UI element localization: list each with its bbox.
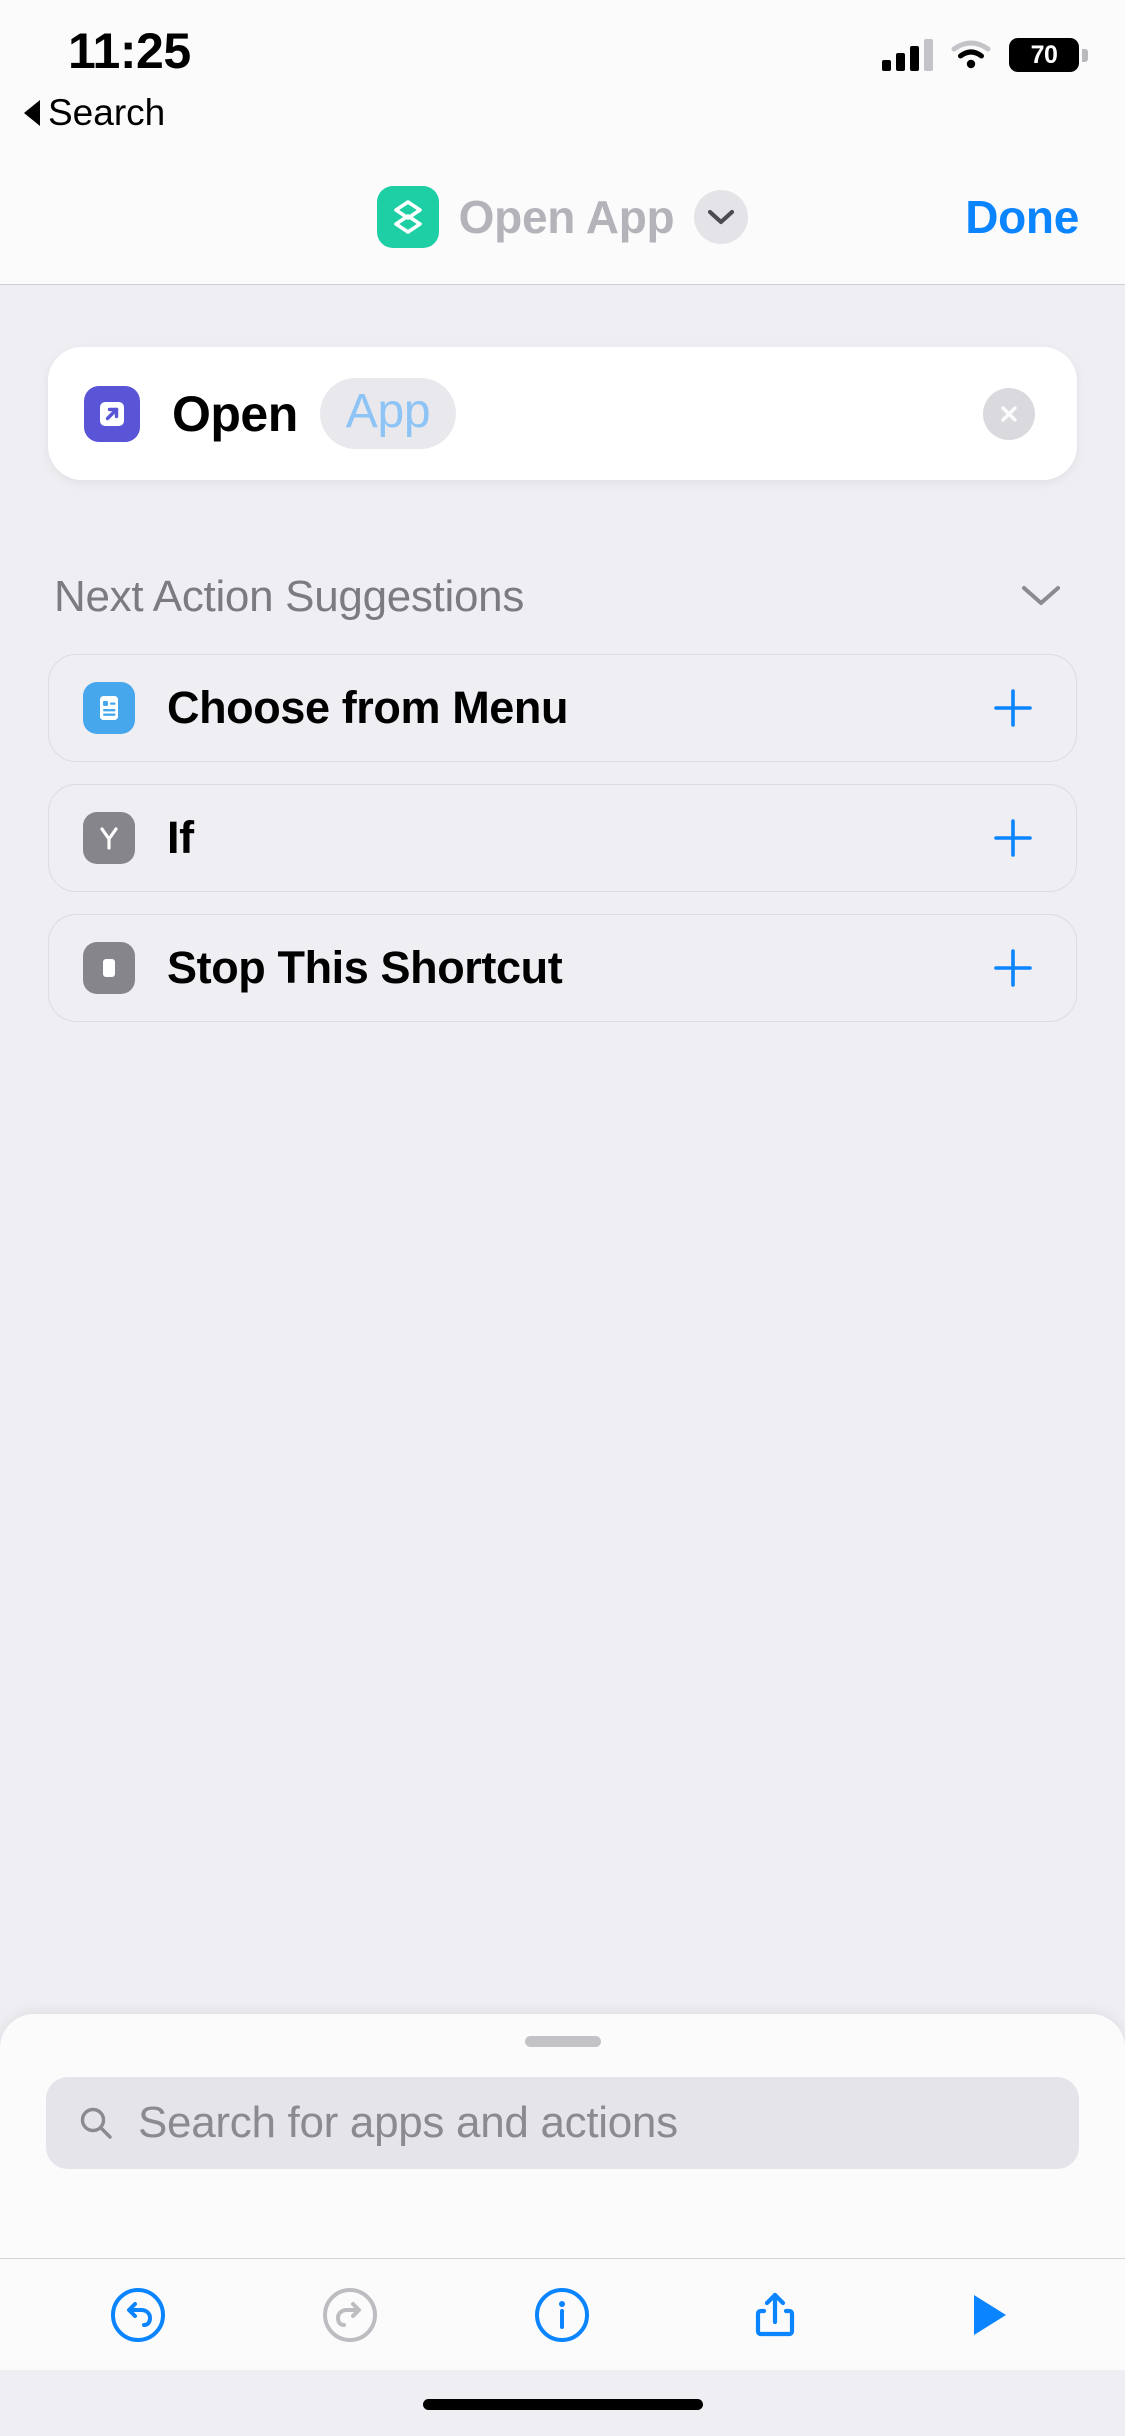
battery-percent: 70 <box>1030 40 1058 69</box>
search-placeholder: Search for apps and actions <box>138 2098 678 2147</box>
chevron-down-icon[interactable] <box>694 190 749 244</box>
plus-icon[interactable] <box>990 945 1036 991</box>
editor-toolbar <box>0 2258 1125 2370</box>
battery-icon: 70 <box>1004 35 1088 75</box>
search-icon <box>80 2107 112 2139</box>
shortcut-title-control[interactable]: Open App <box>376 186 749 248</box>
shortcuts-editor-screen: 11:25 Search 70 Open App Done Open App N… <box>0 0 1125 2436</box>
close-circle-icon[interactable] <box>983 387 1035 440</box>
undo-button[interactable] <box>96 2273 180 2357</box>
page-title: Open App <box>458 191 675 243</box>
plus-icon[interactable] <box>990 685 1036 731</box>
stop-square-icon <box>83 942 135 994</box>
action-parameter-app[interactable]: App <box>319 378 457 449</box>
suggestions-title: Next Action Suggestions <box>54 572 525 621</box>
status-time: 11:25 <box>68 23 191 79</box>
suggestion-label: Choose from Menu <box>167 682 569 733</box>
suggestion-row-if[interactable]: If <box>48 784 1077 892</box>
triangle-left-icon <box>24 100 40 126</box>
info-button[interactable] <box>520 2273 604 2357</box>
run-button[interactable] <box>945 2273 1029 2357</box>
suggestion-label: Stop This Shortcut <box>167 942 563 993</box>
search-input[interactable]: Search for apps and actions <box>46 2077 1079 2169</box>
back-to-search-button[interactable]: Search <box>24 92 165 134</box>
suggestions-header[interactable]: Next Action Suggestions <box>48 572 1077 622</box>
shortcuts-layers-icon <box>376 186 439 248</box>
suggestion-row-stop-this-shortcut[interactable]: Stop This Shortcut <box>48 914 1077 1022</box>
action-search-sheet: Search for apps and actions <box>0 2014 1125 2258</box>
action-verb: Open <box>172 385 298 442</box>
menu-list-icon <box>83 682 135 734</box>
branch-icon <box>83 812 135 864</box>
status-bar: 11:25 Search 70 <box>0 0 1125 150</box>
back-label: Search <box>48 92 166 133</box>
home-indicator <box>422 2399 703 2410</box>
chevron-down-icon[interactable] <box>1019 581 1063 614</box>
action-card-open-app[interactable]: Open App <box>48 347 1077 480</box>
done-button[interactable]: Done <box>965 190 1079 244</box>
drag-handle[interactable] <box>524 2036 601 2047</box>
redo-button[interactable] <box>308 2273 392 2357</box>
suggestions-list: Choose from Menu If Stop This Shortcut <box>48 654 1077 1022</box>
share-button[interactable] <box>733 2273 817 2357</box>
navigation-bar: Open App Done <box>0 150 1125 285</box>
wifi-icon <box>951 40 991 70</box>
suggestion-row-choose-from-menu[interactable]: Choose from Menu <box>48 654 1077 762</box>
plus-icon[interactable] <box>990 815 1036 861</box>
open-app-arrow-icon <box>84 385 140 442</box>
cellular-bars-icon <box>882 39 933 71</box>
suggestion-label: If <box>167 812 194 863</box>
status-indicators: 70 <box>882 35 1088 75</box>
